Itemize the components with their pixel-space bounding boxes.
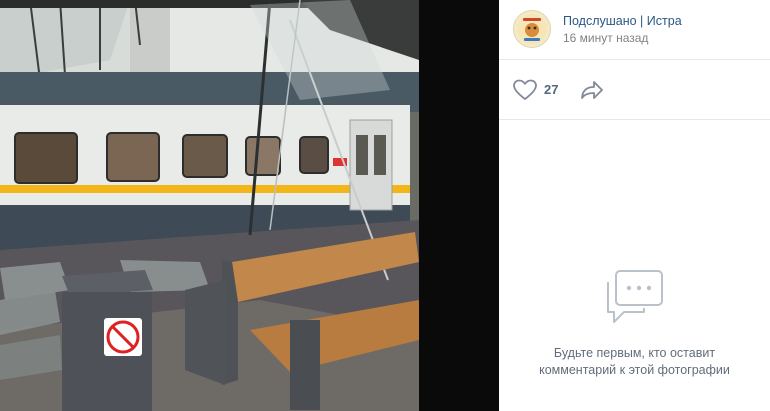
comments-empty-state: Будьте первым, кто оставит комментарий к… bbox=[499, 268, 770, 379]
comment-bubble-icon bbox=[604, 268, 666, 331]
empty-comments-line1: Будьте первым, кто оставит bbox=[553, 346, 716, 360]
community-logo-icon bbox=[517, 14, 547, 44]
author-link[interactable]: Подслушано | Истра bbox=[563, 13, 682, 29]
photo-margin bbox=[419, 0, 499, 411]
share-button[interactable] bbox=[580, 80, 604, 100]
heart-icon bbox=[513, 79, 537, 100]
photo-image bbox=[0, 0, 419, 411]
info-panel: Подслушано | Истра 16 минут назад 27 Буд… bbox=[499, 0, 770, 411]
photo-viewer: Подслушано | Истра 16 минут назад 27 Буд… bbox=[0, 0, 770, 411]
likes-count: 27 bbox=[544, 82, 559, 97]
post-actions: 27 bbox=[499, 60, 770, 120]
photo-area[interactable] bbox=[0, 0, 499, 411]
photo[interactable] bbox=[0, 0, 419, 411]
post-header: Подслушано | Истра 16 минут назад bbox=[499, 0, 770, 60]
like-button[interactable]: 27 bbox=[513, 79, 558, 101]
post-time[interactable]: 16 минут назад bbox=[563, 29, 682, 47]
share-arrow-icon bbox=[581, 80, 604, 99]
empty-comments-line2: комментарий к этой фотографии bbox=[539, 363, 730, 377]
avatar[interactable] bbox=[513, 10, 551, 48]
